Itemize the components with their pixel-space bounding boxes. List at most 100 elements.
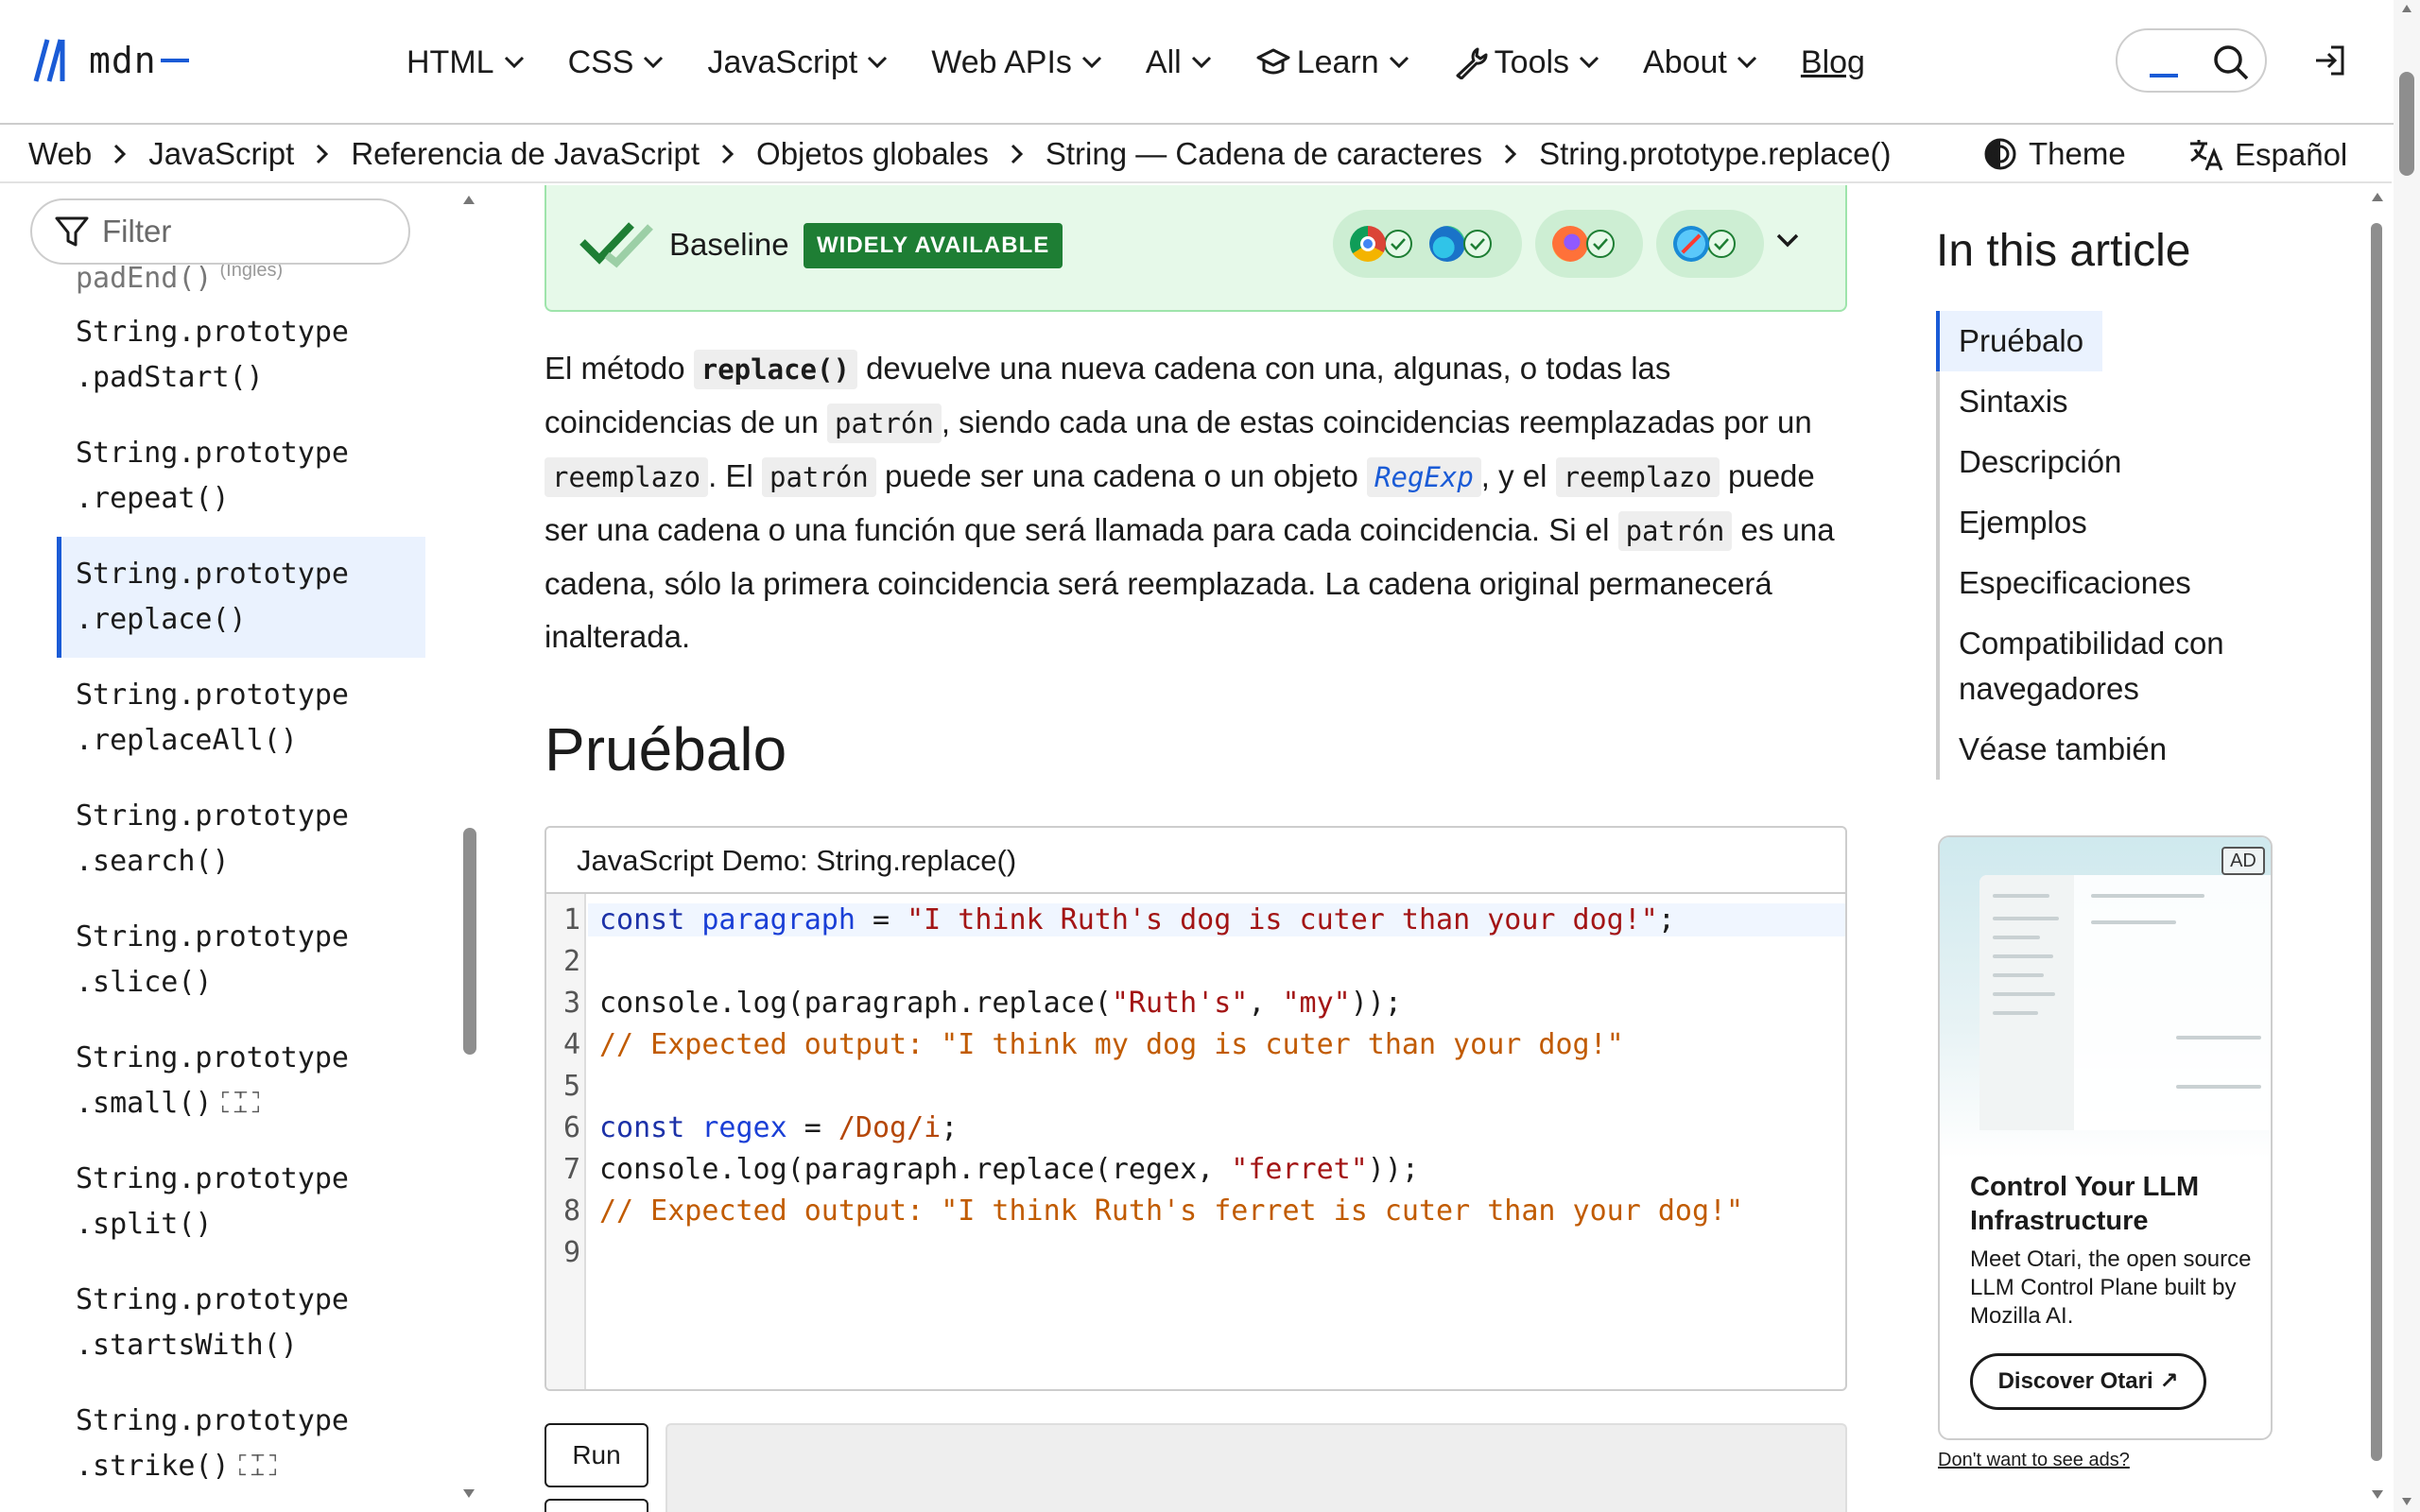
breadcrumb: Web JavaScript Referencia de JavaScript …	[28, 136, 1891, 172]
toc-item-vease-tambien[interactable]: Véase también	[1940, 719, 2333, 780]
sidebar-item-label: String.prototype	[76, 316, 349, 349]
sidebar-item-strike[interactable]: String.prototype .strike() ⛶⛶	[57, 1383, 425, 1504]
sidebar-item-startswith[interactable]: String.prototype .startsWith()	[57, 1263, 425, 1383]
chevron-right-icon	[1505, 144, 1517, 164]
top-navigation-bar: mdn HTML CSS JavaScript Web APIs All Lea…	[0, 0, 2420, 125]
code-line: const paragraph = "I think Ruth's dog is…	[588, 903, 1845, 936]
demo-console-output	[666, 1423, 1847, 1512]
login-icon[interactable]	[2312, 43, 2346, 77]
toc-item-especificaciones[interactable]: Especificaciones	[1940, 553, 2333, 613]
scroll-up-icon[interactable]	[2401, 4, 2412, 13]
inline-code: patrón	[762, 457, 876, 497]
sidebar-item-label: String.prototype	[76, 1041, 349, 1074]
filter-input[interactable]	[102, 214, 386, 249]
breadcrumb-current[interactable]: String.prototype.replace()	[1539, 136, 1891, 172]
scroll-up-icon[interactable]	[2371, 191, 2384, 202]
section-heading-pruebalo: Pruébalo	[544, 715, 787, 783]
baseline-label: Baseline	[669, 227, 789, 262]
nav-tools[interactable]: Tools	[1453, 44, 1599, 81]
nav-all[interactable]: All	[1146, 44, 1212, 81]
nav-label: JavaScript	[707, 43, 858, 80]
regexp-link[interactable]: RegExp	[1367, 457, 1481, 497]
page-scrollbar[interactable]	[2394, 0, 2420, 1512]
scroll-up-icon[interactable]	[461, 193, 476, 206]
scroll-down-icon[interactable]	[2401, 1497, 2412, 1506]
inline-code: patrón	[1617, 511, 1733, 551]
nav-css[interactable]: CSS	[568, 44, 665, 81]
sidebar-item-replace[interactable]: String.prototype .replace()	[57, 537, 425, 658]
wrench-icon	[1456, 47, 1488, 79]
chevron-down-icon[interactable]	[1775, 232, 1800, 249]
mdn-logo-icon	[33, 39, 65, 82]
language-button[interactable]: Español	[2187, 136, 2347, 174]
sidebar-item-padstart[interactable]: String.prototype .padStart()	[57, 295, 425, 416]
chevron-right-icon	[1011, 144, 1023, 164]
ad-cta-button[interactable]: Discover Otari ↗	[1970, 1353, 2206, 1410]
code-line: const regex = /Dog/i;	[599, 1111, 959, 1144]
check-icon	[1463, 230, 1492, 258]
nav-html[interactable]: HTML	[406, 44, 525, 81]
content-scrollbar[interactable]	[2367, 185, 2388, 1512]
sidebar-item-small[interactable]: String.prototype .small() ⛶⛶	[57, 1021, 425, 1142]
run-button[interactable]: Run	[544, 1423, 648, 1487]
sidebar-item-label: String.prototype	[76, 558, 349, 591]
ad-screenshot-line	[1993, 917, 2059, 920]
ad-screenshot-sidebar	[1979, 875, 2074, 1130]
chevron-down-icon	[868, 56, 888, 69]
baseline-check-icon	[579, 222, 653, 268]
no-ads-link[interactable]: Don't want to see ads?	[1938, 1450, 2130, 1471]
breadcrumb-string[interactable]: String — Cadena de caracteres	[1046, 136, 1482, 172]
line-number: 4	[562, 1028, 580, 1061]
content-scrollbar-thumb[interactable]	[2371, 223, 2382, 1461]
toc-item-compatibilidad[interactable]: Compatibilidad con navegadores	[1940, 613, 2333, 719]
browser-support-chrome-edge[interactable]	[1333, 210, 1522, 278]
toc-item-sintaxis[interactable]: Sintaxis	[1940, 371, 2333, 432]
search-button[interactable]	[2116, 28, 2267, 93]
mdn-logo[interactable]: mdn	[32, 36, 189, 85]
nav-label: Web APIs	[931, 43, 1072, 80]
check-icon	[1707, 230, 1736, 258]
check-icon	[1384, 230, 1412, 258]
intro-text: , siendo cada una de estas coincidencias…	[941, 404, 1812, 439]
sidebar-item-replaceall[interactable]: String.prototype .replaceAll()	[57, 658, 425, 779]
code-line: // Expected output: "I think Ruth's ferr…	[599, 1194, 1744, 1228]
toc-item-descripcion[interactable]: Descripción	[1940, 432, 2333, 492]
sidebar-item-split[interactable]: String.prototype .split()	[57, 1142, 425, 1263]
sidebar-item-label: String.prototype	[76, 920, 349, 954]
sidebar-item-repeat[interactable]: String.prototype .repeat()	[57, 416, 425, 537]
breadcrumb-web[interactable]: Web	[28, 136, 92, 172]
scroll-down-icon[interactable]	[2371, 1489, 2384, 1501]
code-line: console.log(paragraph.replace(regex, "fe…	[599, 1153, 1419, 1186]
inline-code: reemplazo	[1555, 457, 1720, 497]
breadcrumb-javascript[interactable]: JavaScript	[148, 136, 294, 172]
nav-about[interactable]: About	[1643, 44, 1757, 81]
sidebar-scrollbar[interactable]	[463, 828, 476, 1055]
toc-title: In this article	[1936, 226, 2191, 276]
sidebar-list: padEnd() (Inglés) String.prototype .padSta…	[0, 248, 435, 1504]
theme-button[interactable]: Theme	[1983, 136, 2126, 172]
ad-title: Control Your LLM Infrastructure	[1970, 1172, 2200, 1236]
ad-screenshot-line	[1993, 936, 2040, 939]
translate-icon	[2190, 140, 2223, 171]
code-line: console.log(paragraph.replace("Ruth's", …	[599, 987, 1402, 1020]
line-number: 6	[562, 1111, 580, 1144]
nav-javascript[interactable]: JavaScript	[707, 44, 888, 81]
sidebar-filter[interactable]	[30, 198, 410, 265]
deprecated-icon: ⛶⛶	[238, 1450, 277, 1483]
browser-support-safari[interactable]	[1656, 210, 1764, 278]
breadcrumb-global-objects[interactable]: Objetos globales	[756, 136, 989, 172]
scroll-down-icon[interactable]	[461, 1487, 476, 1501]
breadcrumb-reference[interactable]: Referencia de JavaScript	[351, 136, 700, 172]
reset-button[interactable]	[544, 1499, 648, 1512]
page-scrollbar-thumb[interactable]	[2399, 72, 2414, 176]
browser-support-firefox[interactable]	[1535, 210, 1643, 278]
line-number-gutter: 1 2 3 4 5 6 7 8 9	[546, 894, 586, 1389]
toc-item-ejemplos[interactable]: Ejemplos	[1940, 492, 2333, 553]
nav-web-apis[interactable]: Web APIs	[931, 44, 1102, 81]
sidebar-item-slice[interactable]: String.prototype .slice()	[57, 900, 425, 1021]
nav-blog-link[interactable]: Blog	[1801, 44, 1865, 81]
toc-item-pruebalo[interactable]: Pruébalo	[1936, 311, 2103, 371]
nav-learn[interactable]: Learn	[1255, 44, 1409, 81]
sidebar-item-search[interactable]: String.prototype .search()	[57, 779, 425, 900]
sidebar-ad[interactable]: AD Control Your LLM Infrastructure Meet …	[1938, 835, 2273, 1440]
